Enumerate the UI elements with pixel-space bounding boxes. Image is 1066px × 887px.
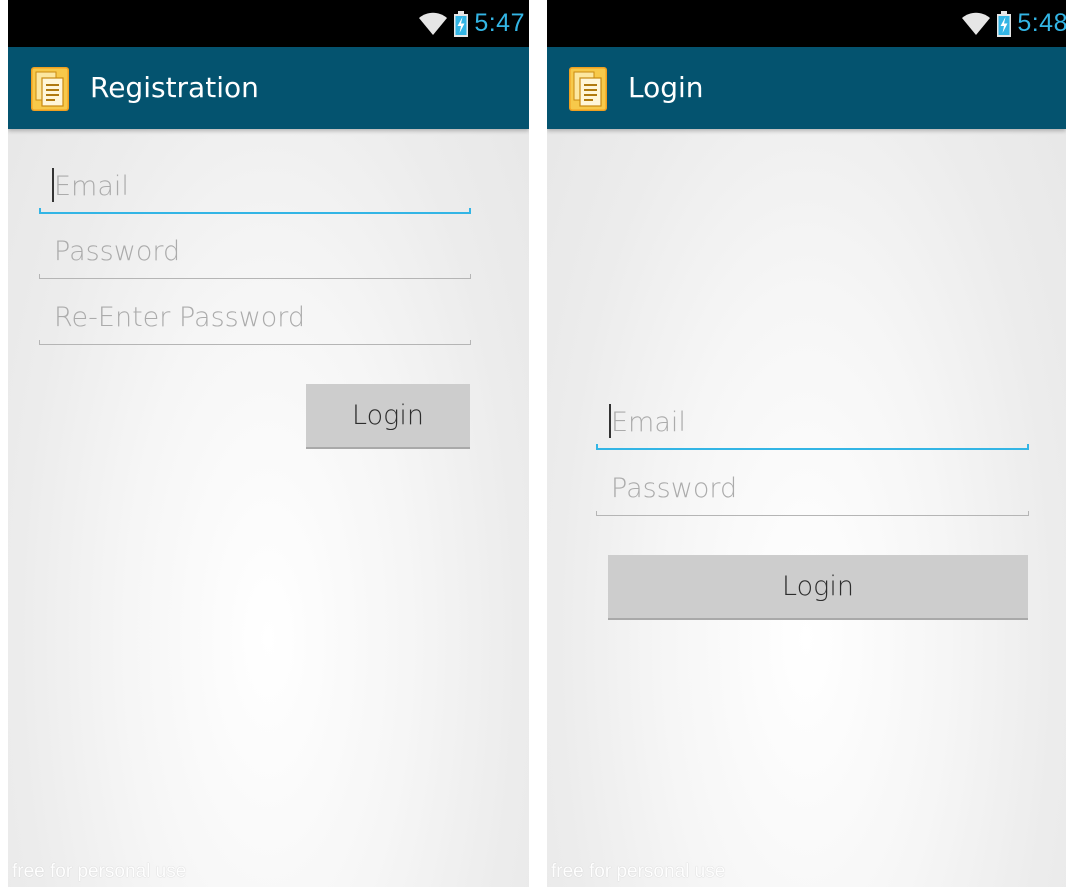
reenter-password-field-underline (39, 340, 471, 345)
status-bar: 5:47 (8, 0, 529, 47)
action-bar-title: Registration (90, 71, 259, 104)
password-input[interactable] (39, 229, 471, 273)
login-screen: 5:48 Login Login free for personal use (547, 0, 1066, 887)
action-bar: Registration (8, 47, 529, 129)
screen-divider (529, 0, 547, 887)
text-cursor (609, 404, 611, 438)
watermark-text: free for personal use (12, 861, 187, 882)
password-field-underline (39, 274, 471, 279)
login-button[interactable]: Login (608, 555, 1028, 620)
email-field-underline (596, 444, 1029, 450)
password-field[interactable] (39, 229, 471, 279)
password-field[interactable] (596, 466, 1029, 516)
action-bar: Login (547, 47, 1066, 129)
email-field[interactable] (39, 164, 471, 214)
reenter-password-input[interactable] (39, 295, 471, 339)
action-bar-title: Login (628, 71, 704, 104)
status-icons: 5:47 (418, 0, 525, 47)
email-field-underline (39, 208, 471, 214)
login-button[interactable]: Login (306, 384, 470, 449)
registration-screen: 5:47 Registration Login (8, 0, 529, 887)
email-input[interactable] (596, 400, 1029, 444)
watermark-text: free for personal use (551, 861, 726, 882)
app-document-icon[interactable] (569, 67, 607, 111)
text-cursor (52, 168, 54, 202)
status-time: 5:47 (474, 9, 525, 37)
battery-charging-icon (997, 10, 1012, 37)
status-time: 5:48 (1017, 9, 1066, 37)
reenter-password-field[interactable] (39, 295, 471, 345)
status-bar: 5:48 (547, 0, 1066, 47)
app-document-icon[interactable] (31, 67, 69, 111)
wifi-icon (418, 12, 448, 36)
battery-charging-icon (454, 10, 469, 37)
email-input[interactable] (39, 164, 471, 208)
status-icons: 5:48 (961, 0, 1066, 47)
password-field-underline (596, 511, 1029, 516)
wifi-icon (961, 12, 991, 36)
password-input[interactable] (596, 466, 1029, 510)
email-field[interactable] (596, 400, 1029, 450)
